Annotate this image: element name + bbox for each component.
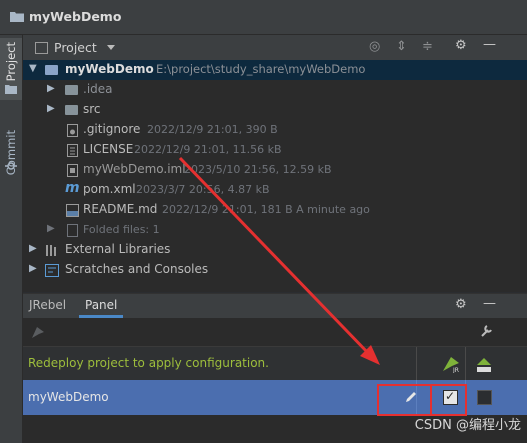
annotation-highlight-box	[377, 384, 467, 416]
annotation-highlight-divider	[430, 384, 432, 416]
annotation-arrow	[178, 156, 380, 365]
watermark: CSDN @编程小龙	[414, 418, 521, 433]
